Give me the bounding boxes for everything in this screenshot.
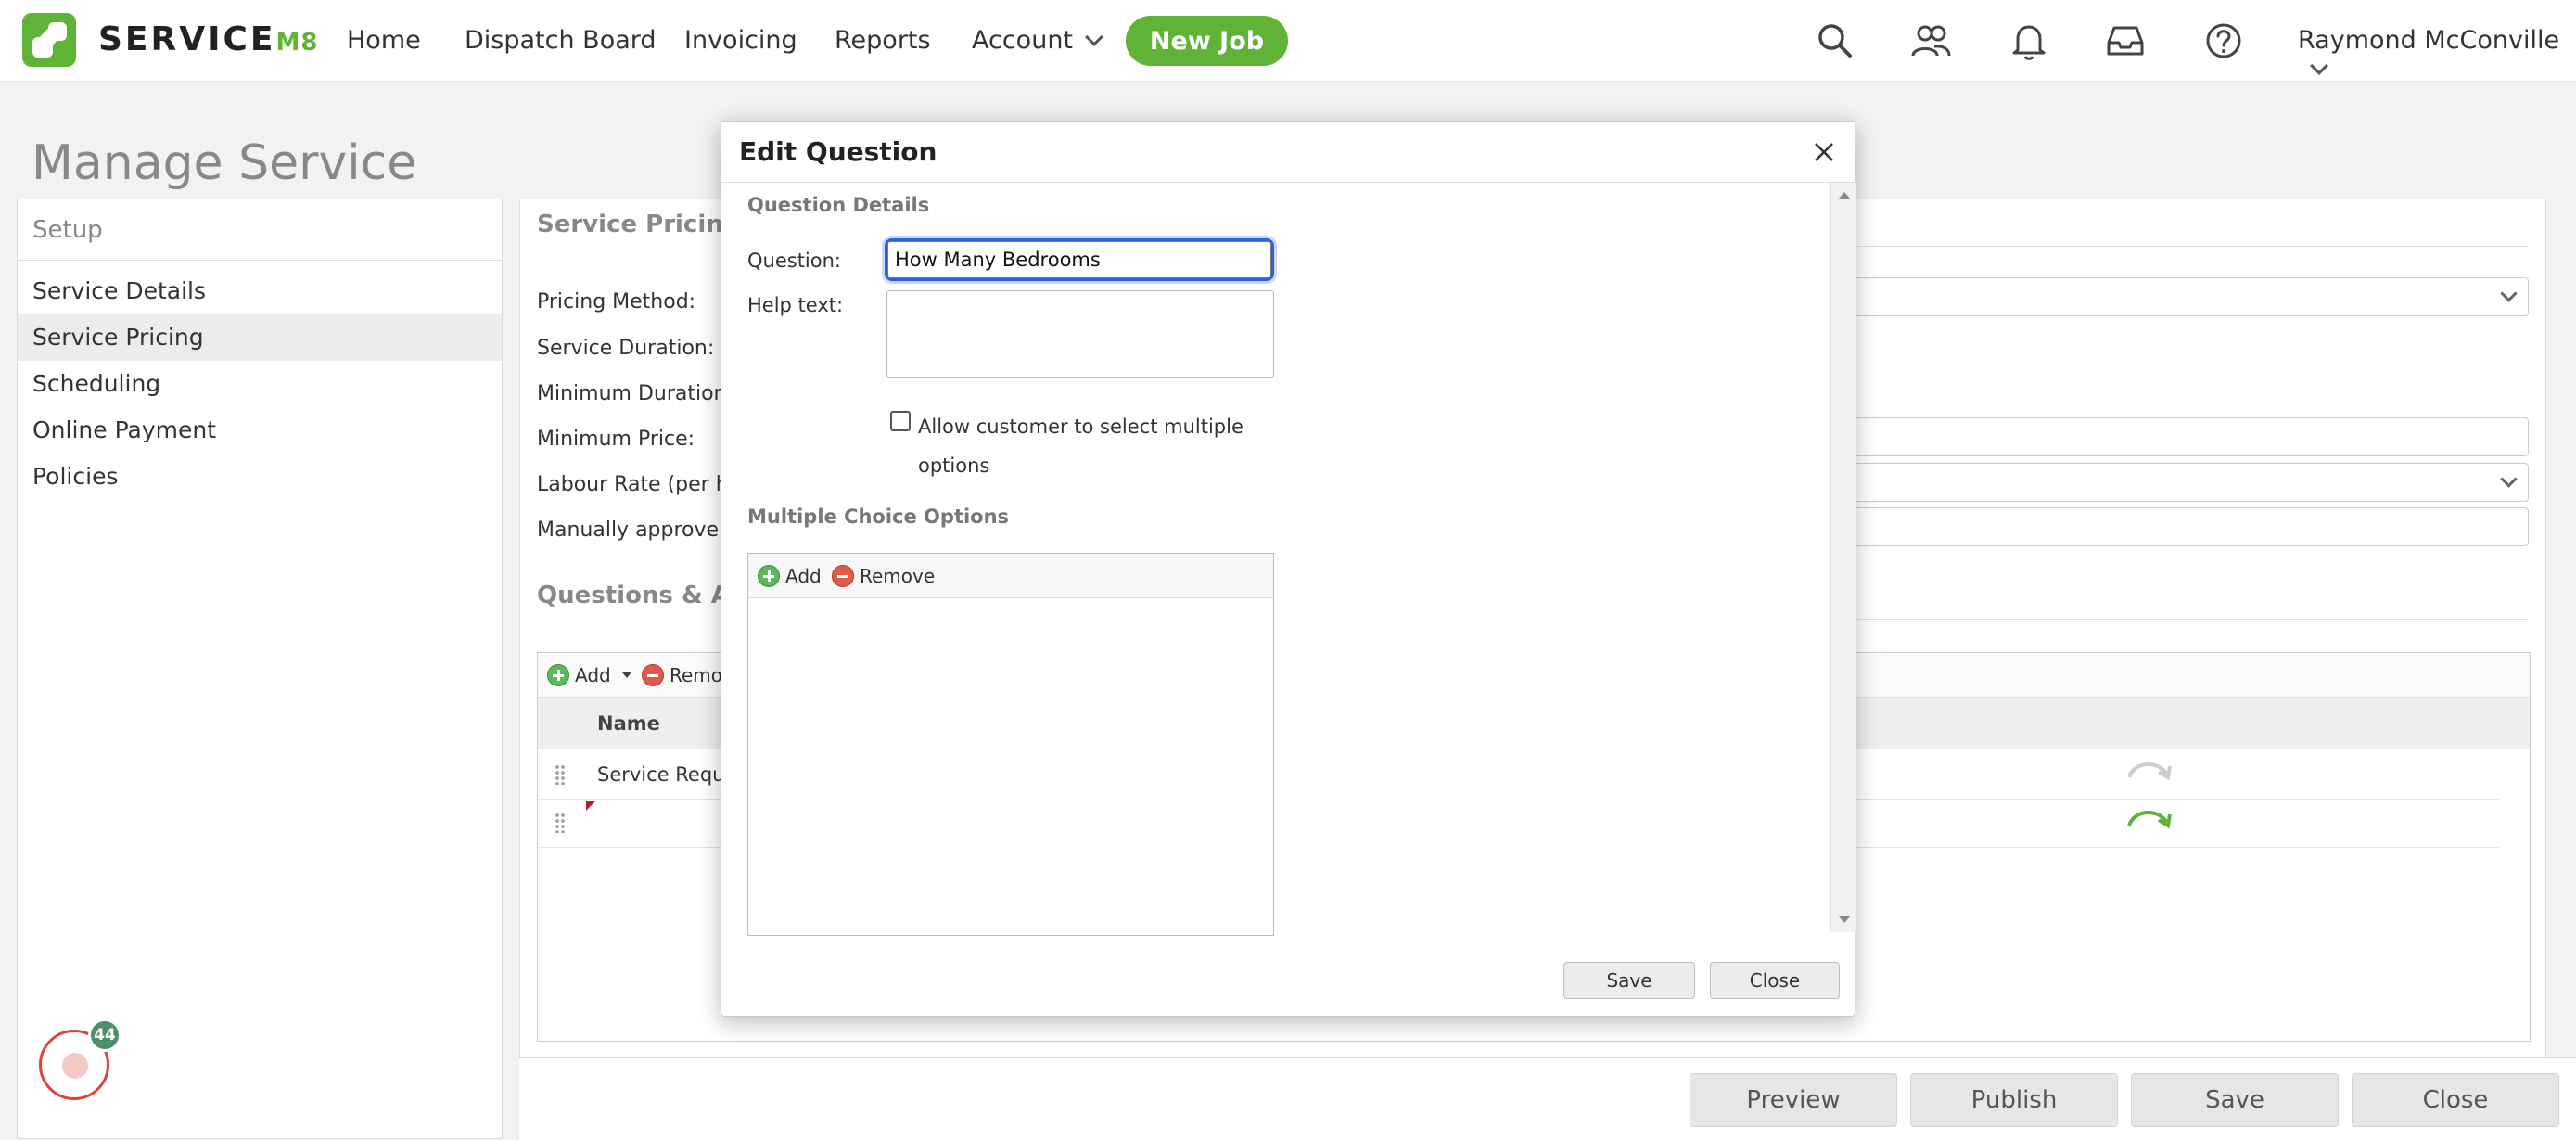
new-job-button[interactable]: New Job [1126, 16, 1288, 66]
nav-account[interactable]: Account [972, 26, 1103, 55]
user-menu[interactable]: Raymond McConville [2298, 26, 2576, 83]
top-navigation: SERVICEM8 Home Dispatch Board Invoicing … [0, 0, 2576, 82]
chevron-down-icon [2310, 57, 2328, 75]
unsaved-marker-icon [586, 801, 595, 811]
scroll-up-icon[interactable] [1839, 192, 1850, 199]
pricing-method-label: Pricing Method: [537, 290, 696, 314]
brand-suffix: M8 [275, 29, 319, 57]
options-remove-button[interactable]: Remove [832, 565, 935, 587]
multiple-choice-options-list[interactable]: Add Remove [747, 553, 1274, 936]
options-add-button[interactable]: Add [758, 565, 822, 587]
sidebar-item-service-pricing[interactable]: Service Pricing [18, 314, 502, 361]
labour-rate-select[interactable] [1852, 463, 2529, 502]
minimum-price-label: Minimum Price: [537, 428, 695, 451]
question-label: Question: [747, 250, 842, 272]
question-input[interactable] [887, 241, 1271, 278]
close-button[interactable]: Close [2352, 1073, 2559, 1127]
row-name: Service Requi [597, 763, 731, 786]
section-title-service-pricing: Service Pricing [537, 211, 741, 238]
dialog-scrollbar[interactable] [1830, 183, 1856, 932]
edit-question-dialog: Edit Question Question Details Question:… [721, 121, 1856, 1017]
dialog-title: Edit Question [739, 136, 937, 167]
nav-account-label: Account [972, 26, 1074, 55]
options-toolbar: Add Remove [748, 554, 1273, 598]
chevron-down-icon [2500, 470, 2518, 488]
logic-arrow-icon[interactable] [2123, 757, 2174, 785]
search-icon[interactable] [1813, 19, 1857, 63]
scroll-down-icon[interactable] [1839, 916, 1850, 923]
brand-name[interactable]: SERVICEM8 [98, 20, 318, 58]
grid-remove-label: Remo [670, 664, 723, 686]
options-add-label: Add [785, 565, 822, 587]
section-divider [1852, 246, 2529, 247]
nav-invoicing[interactable]: Invoicing [684, 26, 797, 55]
sidebar-item-policies[interactable]: Policies [18, 454, 502, 500]
pricing-method-select[interactable] [1852, 277, 2529, 316]
bell-icon[interactable] [2007, 19, 2051, 63]
action-bar: Preview Publish Save Close [519, 1057, 2576, 1140]
allow-multiple-label[interactable]: Allow customer to select multiple option… [918, 407, 1270, 485]
question-input-focus-ring [885, 238, 1274, 281]
manually-approve-label: Manually approve jo [537, 519, 744, 542]
help-text-input[interactable] [886, 290, 1274, 378]
options-remove-label: Remove [860, 565, 936, 587]
dialog-save-button[interactable]: Save [1563, 962, 1695, 999]
minimum-price-input[interactable] [1852, 417, 2529, 456]
manually-approve-input[interactable] [1852, 507, 2529, 546]
dialog-close-button[interactable]: Close [1710, 962, 1840, 999]
grid-remove-button[interactable]: Remo [642, 664, 722, 686]
chevron-down-icon [1085, 28, 1103, 46]
remove-icon [642, 664, 664, 686]
close-icon[interactable] [1810, 138, 1838, 166]
caret-down-icon [621, 672, 631, 678]
grid-add-button[interactable]: Add [547, 664, 631, 686]
servicem8-logo-icon[interactable] [22, 13, 76, 67]
sidebar-item-scheduling[interactable]: Scheduling [18, 361, 502, 407]
drag-handle-icon[interactable] [555, 764, 566, 785]
save-button[interactable]: Save [2131, 1073, 2339, 1127]
section-divider [1852, 619, 2529, 620]
nav-dispatch-board[interactable]: Dispatch Board [465, 26, 657, 55]
dialog-header: Edit Question [721, 122, 1855, 183]
page-title: Manage Service [32, 135, 417, 191]
preview-button[interactable]: Preview [1690, 1073, 1897, 1127]
nav-reports[interactable]: Reports [835, 26, 931, 55]
inbox-icon[interactable] [2103, 19, 2148, 63]
nav-home[interactable]: Home [347, 26, 421, 55]
multiple-choice-heading: Multiple Choice Options [747, 506, 1010, 528]
question-details-heading: Question Details [747, 194, 930, 216]
chevron-down-icon [2500, 285, 2518, 302]
help-text-label: Help text: [747, 294, 844, 316]
allow-multiple-checkbox[interactable] [890, 411, 911, 431]
sidebar-item-online-payment[interactable]: Online Payment [18, 407, 502, 454]
chat-icon [62, 1053, 88, 1079]
chat-notification-badge: 44 [88, 1018, 121, 1052]
setup-sidebar: Setup Service Details Service Pricing Sc… [17, 199, 503, 1139]
add-icon [547, 664, 569, 686]
minimum-duration-label: Minimum Duration: [537, 382, 733, 405]
drag-handle-icon[interactable] [555, 813, 566, 833]
add-icon [758, 565, 780, 587]
people-icon[interactable] [1908, 19, 1953, 63]
column-header-name[interactable]: Name [597, 712, 660, 735]
help-icon[interactable] [2201, 19, 2246, 63]
sidebar-heading: Setup [18, 199, 502, 261]
service-duration-label: Service Duration: [537, 337, 715, 360]
publish-button[interactable]: Publish [1910, 1073, 2118, 1127]
remove-icon [832, 565, 854, 587]
sidebar-item-service-details[interactable]: Service Details [18, 268, 502, 314]
logic-arrow-icon[interactable] [2123, 805, 2174, 833]
grid-add-label: Add [575, 664, 611, 686]
user-name: Raymond McConville [2298, 26, 2560, 55]
